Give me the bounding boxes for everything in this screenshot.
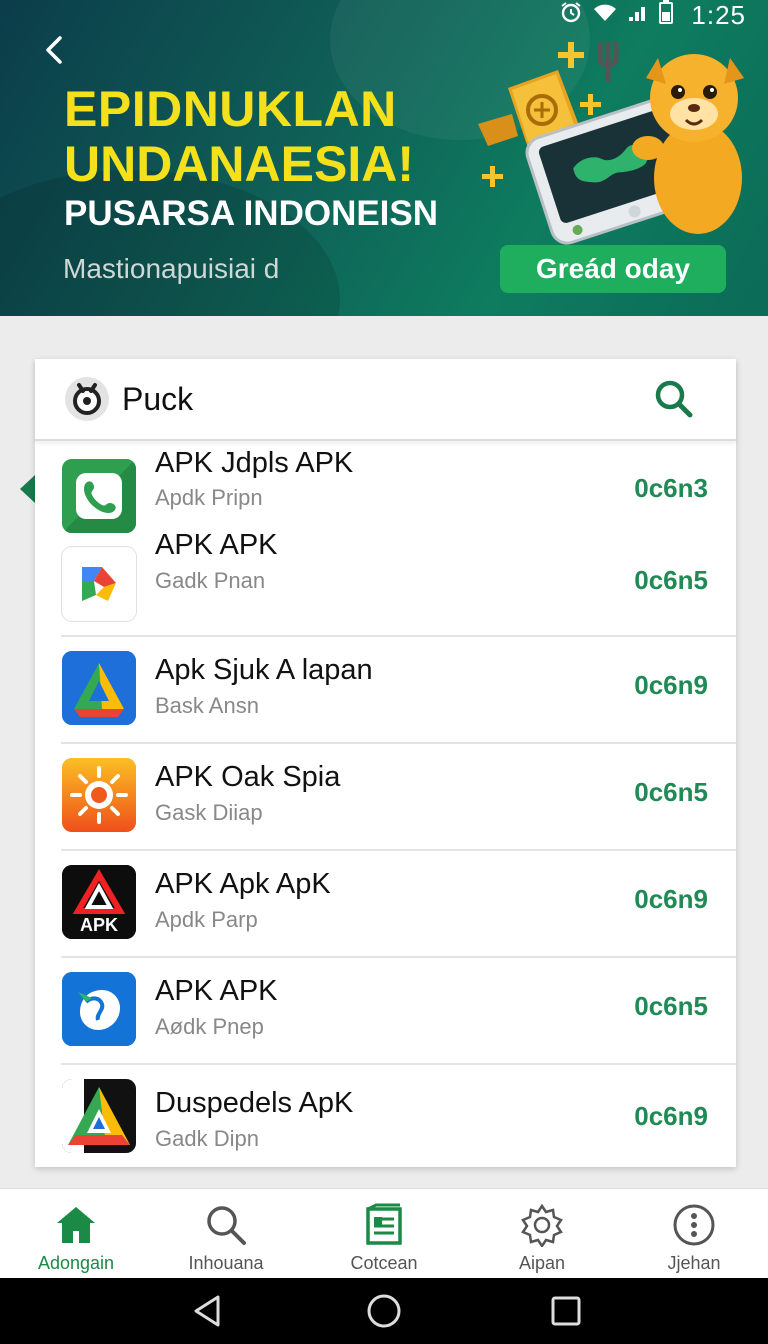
- list-indicator-arrow: [20, 475, 35, 503]
- signal-icon: [627, 1, 649, 29]
- nav-label: Aipan: [518, 1253, 566, 1273]
- app-subtitle: Gadk Pnan: [155, 568, 266, 593]
- app-value: 0c6n3: [634, 473, 708, 503]
- document-icon: [366, 1203, 402, 1245]
- app-subtitle: Bask Ansn: [155, 693, 259, 718]
- apk-logo-app-icon: APK: [62, 865, 136, 939]
- app-list-card: Puck APK Jdpls APK Apdk Pripn 0c6n3 APK …: [35, 359, 736, 1167]
- banner-subtitle: PUSARSA INDONEISN: [64, 194, 439, 233]
- nav-label: Adongain: [37, 1253, 115, 1273]
- home-icon: [57, 1207, 95, 1243]
- alarm-icon: [559, 0, 583, 30]
- more-dots-icon: [673, 1204, 715, 1246]
- search-bar[interactable]: Puck: [35, 359, 736, 441]
- app-list-item[interactable]: APK APK Gadk Pnan 0c6n5: [35, 527, 736, 637]
- nav-label: Cotcean: [350, 1253, 418, 1273]
- nav-item-more[interactable]: Jjehan: [618, 1189, 768, 1279]
- svg-text:APK: APK: [80, 915, 118, 935]
- drive-triangle-app-icon: [62, 651, 136, 725]
- back-triangle-icon[interactable]: [190, 1293, 226, 1329]
- nav-label: Inhouana: [188, 1253, 264, 1273]
- bottom-navigation: Adongain Inhouana Cotcean Aipan Jjehan: [0, 1188, 768, 1279]
- banner-tagline: Mastionapuisiai d: [63, 253, 280, 284]
- nav-label: Jjehan: [667, 1253, 721, 1273]
- app-name: Duspedels ApK: [155, 1087, 354, 1119]
- status-bar: 1:25: [559, 0, 746, 30]
- app-subtitle: Apdk Parp: [155, 907, 258, 932]
- search-icon: [655, 380, 693, 418]
- colorful-arrow-app-icon: [62, 547, 136, 621]
- app-list-item[interactable]: Apk Sjuk A lapan Bask Ansn 0c6n9: [35, 637, 736, 744]
- nav-item-settings[interactable]: Aipan: [466, 1189, 618, 1279]
- app-value: 0c6n5: [634, 565, 708, 595]
- app-name: APK APK: [155, 975, 278, 1007]
- phone-app-icon: [62, 459, 136, 533]
- nav-item-document[interactable]: Cotcean: [308, 1189, 460, 1279]
- wifi-icon: [593, 1, 617, 29]
- battery-icon: [659, 0, 674, 30]
- recents-square-icon[interactable]: [548, 1293, 584, 1329]
- clock-logo-icon: [65, 377, 109, 421]
- app-name: APK APK: [155, 529, 278, 561]
- triangle-app-icon: [62, 1079, 136, 1153]
- app-list-item[interactable]: APK APK Aødk Pnep 0c6n5: [35, 958, 736, 1065]
- app-subtitle: Aødk Pnep: [155, 1014, 264, 1039]
- app-subtitle: Apdk Pripn: [155, 485, 263, 510]
- app-list-item[interactable]: APK Jdpls APK Apdk Pripn 0c6n3: [35, 439, 736, 533]
- back-button[interactable]: [36, 30, 76, 70]
- status-time: 1:25: [691, 0, 746, 30]
- app-list-item[interactable]: Duspedels ApK Gadk Dipn 0c6n9: [35, 1065, 736, 1167]
- app-list-item[interactable]: APK Oak Spia Gask Diiap 0c6n5: [35, 744, 736, 851]
- app-value: 0c6n9: [634, 1101, 708, 1131]
- sun-app-icon: [62, 758, 136, 832]
- app-subtitle: Gask Diiap: [155, 800, 263, 825]
- chevron-left-icon: [46, 36, 62, 64]
- banner-title-line2: UNDANAESIA!: [64, 136, 414, 192]
- app-name: APK Apk ApK: [155, 868, 331, 900]
- search-input[interactable]: Puck: [122, 381, 193, 418]
- app-name: APK Oak Spia: [155, 761, 341, 793]
- app-value: 0c6n9: [634, 884, 708, 914]
- settings-gear-icon: [521, 1203, 563, 1247]
- app-name: Apk Sjuk A lapan: [155, 654, 373, 686]
- search-button[interactable]: [650, 375, 698, 423]
- app-name: APK Jdpls APK: [155, 447, 354, 479]
- app-subtitle: Gadk Dipn: [155, 1126, 259, 1151]
- search-icon: [207, 1206, 246, 1245]
- app-list-item[interactable]: APK APK Apk ApK Apdk Parp 0c6n9: [35, 851, 736, 958]
- app-value: 0c6n9: [634, 670, 708, 700]
- mascot-phone-illustration: [478, 42, 744, 245]
- nav-item-home[interactable]: Adongain: [0, 1189, 152, 1279]
- map-app-icon: [62, 972, 136, 1046]
- nav-item-search[interactable]: Inhouana: [150, 1189, 302, 1279]
- banner-title-line1: EPIDNUKLAN: [64, 81, 397, 137]
- app-value: 0c6n5: [634, 991, 708, 1021]
- home-circle-icon[interactable]: [366, 1293, 402, 1329]
- get-today-button[interactable]: Greád oday: [500, 245, 726, 293]
- system-navigation-bar: [0, 1278, 768, 1344]
- app-value: 0c6n5: [634, 777, 708, 807]
- promo-banner: 1:25 EPIDNUKLAN UNDANAESIA! PUSARSA INDO…: [0, 0, 768, 316]
